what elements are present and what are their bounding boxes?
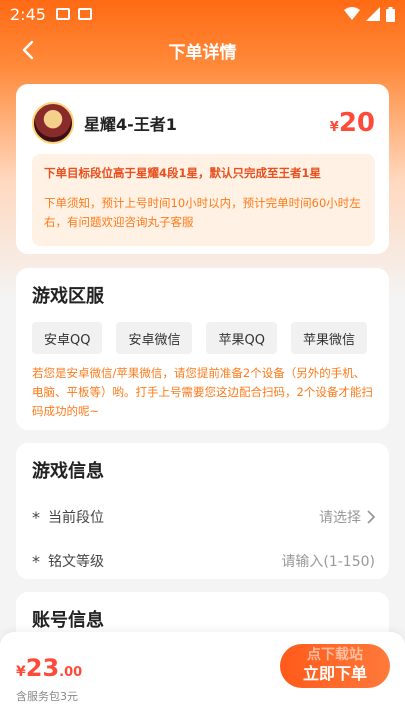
hero-avatar (32, 102, 74, 144)
order-price: ¥20 (330, 108, 375, 138)
inscription-label: 铭文等级 (48, 554, 104, 570)
inscription-input[interactable]: 请输入(1-150) (281, 551, 375, 571)
region-option-ios-qq[interactable]: 苹果QQ (206, 322, 277, 354)
app-notification-icon (77, 8, 92, 20)
region-options: 安卓QQ 安卓微信 苹果QQ 苹果微信 (16, 308, 389, 354)
order-tip: 下单须知，预计上号时间10小时以内，预计完单时间60小时左右，有问题欢迎咨询丸子… (44, 196, 361, 229)
order-notice: 下单目标段位高于星耀4段1星，默认只完成至王者1星 下单须知，预计上号时间10小… (32, 154, 375, 246)
place-order-label: 立即下单 (302, 664, 367, 683)
total-price: ¥23.00 (16, 654, 82, 682)
region-title: 游戏区服 (32, 286, 104, 307)
chevron-right-icon (367, 510, 375, 524)
total-decimal: .00 (59, 665, 83, 680)
status-time: 2:45 (10, 4, 46, 24)
bottom-bar: ¥23.00 含服务包3元 点下载站 立即下单 (0, 632, 405, 720)
region-option-android-wechat[interactable]: 安卓微信 (116, 322, 193, 354)
signal-icon (366, 7, 380, 21)
status-bar: 2:45 (0, 0, 405, 28)
current-rank-placeholder: 请选择 (319, 510, 361, 526)
back-button[interactable] (14, 36, 42, 64)
inscription-row[interactable]: * 铭文等级 请输入(1-150) (16, 539, 389, 583)
order-name: 星耀4-王者1 (84, 115, 177, 134)
region-option-ios-wechat[interactable]: 苹果微信 (290, 322, 367, 354)
required-mark: * (32, 507, 40, 527)
game-info-card: 游戏信息 * 当前段位 请选择 * 铭文等级 请输入(1-150) (16, 443, 389, 579)
region-note: 若您是安卓微信/苹果微信，请您提前准备2个设备（另外的手机、电脑、平板等）哟。打… (32, 366, 373, 418)
rank-warning: 下单目标段位高于星耀4段1星，默认只完成至王者1星 (44, 166, 322, 180)
place-order-button[interactable]: 点下载站 立即下单 (280, 644, 390, 688)
account-title: 账号信息 (32, 610, 104, 631)
chevron-left-icon (22, 40, 34, 60)
region-option-android-qq[interactable]: 安卓QQ (32, 322, 103, 354)
current-rank-label: 当前段位 (48, 510, 104, 526)
page-title: 下单详情 (168, 42, 237, 63)
current-rank-select[interactable]: 请选择 (319, 507, 375, 527)
game-info-title: 游戏信息 (32, 461, 104, 482)
region-card: 游戏区服 安卓QQ 安卓微信 苹果QQ 苹果微信 若您是安卓微信/苹果微信，请您… (16, 268, 389, 430)
total-integer: 23 (25, 654, 60, 682)
current-rank-row[interactable]: * 当前段位 请选择 (16, 495, 389, 539)
battery-icon (386, 6, 395, 22)
gallery-icon (55, 8, 70, 20)
order-card: 星耀4-王者1 ¥20 下单目标段位高于星耀4段1星，默认只完成至王者1星 下单… (16, 84, 389, 254)
required-mark: * (32, 551, 40, 571)
nav-bar: 下单详情 (0, 30, 405, 70)
total-currency: ¥ (16, 664, 26, 680)
price-currency: ¥ (329, 120, 339, 135)
price-value: 20 (338, 108, 375, 138)
service-fee-note: 含服务包3元 (16, 690, 78, 703)
wifi-icon (344, 7, 360, 20)
